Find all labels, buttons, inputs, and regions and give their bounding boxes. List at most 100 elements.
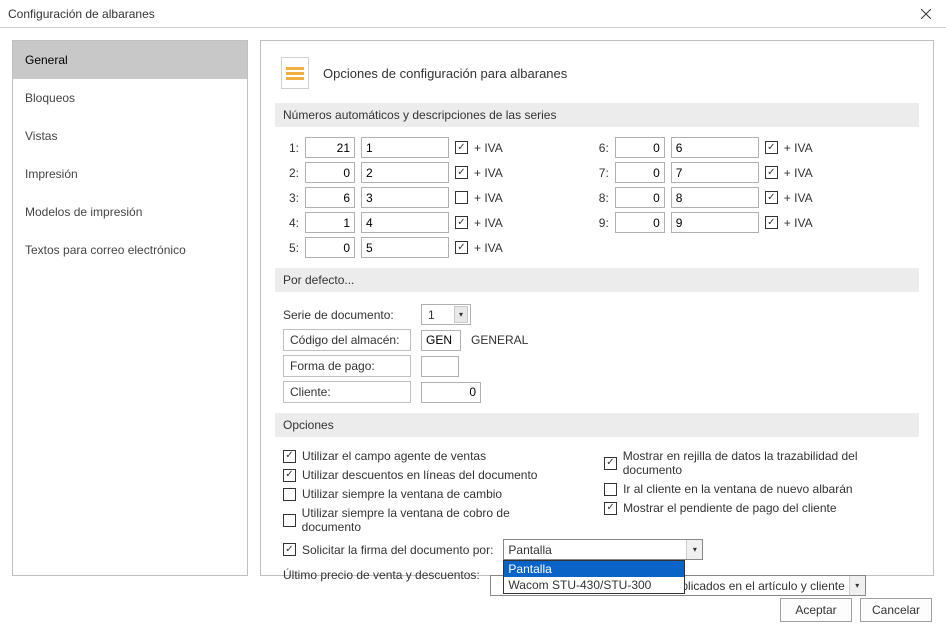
window-title: Configuración de albaranes [8, 7, 155, 21]
input-cliente[interactable] [421, 382, 481, 403]
option-row: Utilizar siempre la ventana de cobro de … [283, 506, 564, 534]
section-defaults: Por defecto... [275, 268, 919, 292]
option-label: Utilizar descuentos en líneas del docume… [302, 468, 537, 482]
iva-label: + IVA [784, 141, 813, 155]
option-label: Utilizar siempre la ventana de cambio [302, 487, 502, 501]
checkbox-iva[interactable] [455, 216, 468, 229]
label-cliente: Cliente: [283, 381, 411, 403]
checkbox-iva[interactable] [765, 191, 778, 204]
sidebar-item-impresion[interactable]: Impresión [13, 155, 247, 193]
option-label: Utilizar siempre la ventana de cobro de … [302, 506, 564, 534]
section-options: Opciones [275, 413, 919, 437]
main-panel: Opciones de configuración para albaranes… [260, 40, 934, 576]
option-row: Mostrar en rejilla de datos la trazabili… [604, 449, 911, 477]
checkbox-iva[interactable] [765, 141, 778, 154]
option-row: Utilizar siempre la ventana de cambio [283, 487, 564, 501]
iva-label: + IVA [784, 166, 813, 180]
series-desc-input[interactable] [671, 187, 759, 208]
chevron-down-icon: ▾ [454, 306, 468, 323]
series-num-input[interactable] [305, 237, 355, 258]
checkbox-option[interactable] [283, 450, 296, 463]
series-desc-input[interactable] [361, 137, 449, 158]
option-row: Ir al cliente en la ventana de nuevo alb… [604, 482, 911, 496]
label-precio: Último precio de venta y descuentos: [283, 568, 480, 582]
select-serie[interactable]: 1 ▾ [421, 304, 471, 325]
option-row: Utilizar el campo agente de ventas [283, 449, 564, 463]
series-index: 5: [283, 241, 299, 255]
checkbox-option[interactable] [283, 469, 296, 482]
series-row: 3: + IVA [283, 187, 503, 208]
series-desc-input[interactable] [361, 162, 449, 183]
series-row: 1: + IVA [283, 137, 503, 158]
chevron-down-icon: ▾ [849, 576, 865, 595]
series-index: 9: [593, 216, 609, 230]
checkbox-option[interactable] [604, 502, 617, 515]
sidebar-item-bloqueos[interactable]: Bloqueos [13, 79, 247, 117]
iva-label: + IVA [784, 191, 813, 205]
iva-label: + IVA [784, 216, 813, 230]
series-index: 7: [593, 166, 609, 180]
ok-button[interactable]: Aceptar [780, 598, 852, 622]
checkbox-option[interactable] [283, 488, 296, 501]
label-pago: Forma de pago: [283, 355, 411, 377]
option-label: Utilizar el campo agente de ventas [302, 449, 486, 463]
series-num-input[interactable] [305, 137, 355, 158]
document-icon [281, 57, 309, 89]
checkbox-option[interactable] [604, 483, 617, 496]
series-row: 2: + IVA [283, 162, 503, 183]
series-desc-input[interactable] [361, 187, 449, 208]
series-desc-input[interactable] [671, 212, 759, 233]
checkbox-iva[interactable] [455, 241, 468, 254]
checkbox-firma[interactable] [283, 543, 296, 556]
sidebar-item-general[interactable]: General [13, 41, 247, 79]
iva-label: + IVA [474, 141, 503, 155]
series-desc-input[interactable] [671, 137, 759, 158]
input-pago[interactable] [421, 356, 459, 377]
checkbox-iva[interactable] [455, 141, 468, 154]
almacen-desc: GENERAL [471, 333, 528, 347]
close-button[interactable] [906, 0, 946, 27]
series-num-input[interactable] [615, 212, 665, 233]
option-row: Utilizar descuentos en líneas del docume… [283, 468, 564, 482]
checkbox-iva[interactable] [765, 166, 778, 179]
series-num-input[interactable] [305, 162, 355, 183]
series-index: 2: [283, 166, 299, 180]
series-desc-input[interactable] [361, 212, 449, 233]
sidebar-item-vistas[interactable]: Vistas [13, 117, 247, 155]
series-desc-input[interactable] [671, 162, 759, 183]
label-firma: Solicitar la firma del documento por: [302, 543, 493, 557]
cancel-button[interactable]: Cancelar [860, 598, 932, 622]
series-row: 6: + IVA [593, 137, 813, 158]
label-almacen: Código del almacén: [283, 329, 411, 351]
page-title: Opciones de configuración para albaranes [323, 66, 567, 81]
series-index: 6: [593, 141, 609, 155]
iva-label: + IVA [474, 166, 503, 180]
checkbox-option[interactable] [604, 457, 617, 470]
series-num-input[interactable] [305, 187, 355, 208]
series-row: 5: + IVA [283, 237, 503, 258]
sidebar: General Bloqueos Vistas Impresión Modelo… [12, 40, 248, 576]
series-num-input[interactable] [615, 137, 665, 158]
series-num-input[interactable] [615, 187, 665, 208]
iva-label: + IVA [474, 241, 503, 255]
series-index: 3: [283, 191, 299, 205]
series-index: 1: [283, 141, 299, 155]
sidebar-item-modelos[interactable]: Modelos de impresión [13, 193, 247, 231]
dropdown-item[interactable]: Pantalla [504, 561, 684, 577]
combo-firma[interactable]: Pantalla ▾ Pantalla Wacom STU-430/STU-30… [503, 539, 703, 560]
dropdown-firma: Pantalla Wacom STU-430/STU-300 [503, 560, 685, 594]
dropdown-item[interactable]: Wacom STU-430/STU-300 [504, 577, 684, 593]
series-desc-input[interactable] [361, 237, 449, 258]
chevron-down-icon: ▾ [686, 540, 702, 559]
checkbox-iva[interactable] [455, 191, 468, 204]
series-row: 9: + IVA [593, 212, 813, 233]
sidebar-item-textos[interactable]: Textos para correo electrónico [13, 231, 247, 269]
series-num-input[interactable] [615, 162, 665, 183]
option-label: Mostrar el pendiente de pago del cliente [623, 501, 836, 515]
checkbox-iva[interactable] [455, 166, 468, 179]
checkbox-iva[interactable] [765, 216, 778, 229]
iva-label: + IVA [474, 191, 503, 205]
checkbox-option[interactable] [283, 514, 296, 527]
input-almacen-code[interactable] [421, 330, 461, 351]
series-num-input[interactable] [305, 212, 355, 233]
